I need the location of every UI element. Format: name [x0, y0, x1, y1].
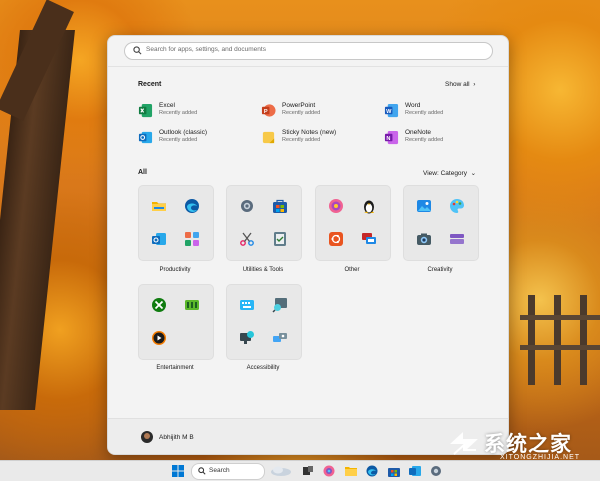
- folder-creativity[interactable]: [403, 185, 479, 261]
- edge-icon: [185, 199, 199, 213]
- copilot-taskbar-icon[interactable]: [323, 465, 335, 477]
- linux-penguin-icon: [364, 200, 374, 214]
- svg-text:N: N: [386, 136, 390, 142]
- ubuntu-icon: [329, 232, 343, 246]
- task-view-icon[interactable]: [302, 465, 314, 477]
- folder-label-entertainment: Entertainment: [156, 365, 194, 371]
- taskbar-search-label: Search: [209, 467, 230, 474]
- camera-icon: [417, 233, 431, 245]
- on-screen-keyboard-icon: [240, 300, 254, 310]
- folder-label-accessibility: Accessibility: [246, 365, 280, 371]
- svg-text:W: W: [386, 109, 392, 115]
- folder-label-productivity: Productivity: [159, 267, 191, 273]
- recent-item-sub: Recently added: [282, 137, 321, 143]
- powerpoint-icon: P: [261, 104, 276, 117]
- settings-taskbar-icon[interactable]: [430, 465, 442, 477]
- recent-item-word[interactable]: W Word Recently added: [384, 102, 494, 120]
- watermark-logo-icon: [450, 432, 478, 455]
- magnifier-icon: [272, 298, 287, 313]
- folder-label-other: Other: [344, 267, 360, 273]
- recent-item-sub: Recently added: [159, 137, 198, 143]
- windows-start-icon[interactable]: [172, 465, 184, 477]
- office-apps-icon: [185, 232, 199, 246]
- folder-label-utilities-tools: Utilities & Tools: [242, 267, 284, 273]
- folder-productivity[interactable]: [138, 185, 214, 261]
- search-icon: [133, 46, 142, 55]
- search-icon: [198, 467, 206, 475]
- recent-item-name: Excel: [159, 102, 175, 109]
- excel-icon: [138, 103, 153, 118]
- paint-icon: [450, 199, 464, 213]
- start-search-input[interactable]: Search for apps, settings, and documents: [124, 42, 493, 60]
- search-divider: [108, 66, 508, 67]
- recent-item-sub: Recently added: [282, 110, 321, 116]
- game-bar-icon: [185, 300, 199, 310]
- recent-item-name: Sticky Notes (new): [282, 129, 337, 136]
- sticky-notes-icon: [262, 131, 275, 144]
- recent-item-name: Outlook (classic): [159, 129, 208, 136]
- all-heading: All: [138, 169, 147, 176]
- remote-desktop-icon: [362, 233, 376, 244]
- folder-entertainment[interactable]: [138, 284, 214, 360]
- outlook-taskbar-icon[interactable]: [409, 465, 421, 477]
- watermark: 系统之家 XITONGZHIJIA.NET: [448, 428, 598, 462]
- task-checklist-icon: [274, 232, 286, 246]
- outlook-icon: [138, 131, 153, 144]
- recent-heading: Recent: [138, 81, 162, 88]
- media-player-icon: [152, 331, 166, 345]
- clipchamp-icon: [450, 234, 464, 244]
- recent-item-sub: Recently added: [405, 137, 444, 143]
- settings-icon: [241, 200, 253, 212]
- store-taskbar-icon[interactable]: [388, 465, 400, 477]
- recent-item-name: Word: [405, 102, 421, 109]
- folder-accessibility[interactable]: [226, 284, 302, 360]
- recent-item-powerpoint[interactable]: P PowerPoint Recently added: [261, 102, 371, 120]
- xbox-icon: [152, 298, 166, 312]
- copilot-icon: [329, 199, 343, 213]
- recent-item-sub: Recently added: [159, 110, 198, 116]
- widgets-icon[interactable]: [270, 465, 292, 477]
- recent-item-sub: Recently added: [405, 110, 444, 116]
- voice-access-icon: [273, 333, 287, 342]
- narrator-icon: [240, 331, 254, 344]
- photos-icon: [417, 200, 431, 212]
- search-placeholder: Search for apps, settings, and documents: [146, 46, 266, 53]
- show-all-button[interactable]: Show all ›: [445, 81, 475, 88]
- view-category-dropdown[interactable]: View: Category ⌄: [423, 169, 476, 177]
- folder-utilities-tools[interactable]: [226, 185, 302, 261]
- avatar[interactable]: [141, 431, 153, 443]
- outlook-new-icon: [152, 233, 166, 245]
- folder-other[interactable]: [315, 185, 391, 261]
- user-name[interactable]: Abhijith M B: [159, 434, 194, 441]
- start-menu: Search for apps, settings, and documents…: [107, 35, 509, 455]
- folder-label-creativity: Creativity: [427, 267, 453, 273]
- recent-item-onenote[interactable]: N OneNote Recently added: [384, 129, 494, 147]
- snipping-tool-icon: [240, 232, 254, 246]
- file-explorer-icon: [152, 202, 166, 211]
- onenote-icon: N: [384, 130, 399, 145]
- store-icon: [273, 199, 287, 213]
- svg-text:P: P: [264, 109, 268, 115]
- file-explorer-taskbar-icon[interactable]: [345, 465, 357, 477]
- wooden-fence: [520, 290, 600, 390]
- recent-item-name: PowerPoint: [282, 102, 316, 109]
- taskbar: Search: [0, 460, 600, 481]
- recent-item-excel[interactable]: Excel Recently added: [138, 102, 248, 120]
- recent-item-sticky-notes[interactable]: Sticky Notes (new) Recently added: [261, 129, 371, 147]
- taskbar-search[interactable]: Search: [191, 463, 265, 480]
- recent-item-outlook[interactable]: Outlook (classic) Recently added: [138, 129, 248, 147]
- recent-item-name: OneNote: [405, 129, 432, 136]
- edge-taskbar-icon[interactable]: [366, 465, 378, 477]
- word-icon: W: [384, 103, 399, 118]
